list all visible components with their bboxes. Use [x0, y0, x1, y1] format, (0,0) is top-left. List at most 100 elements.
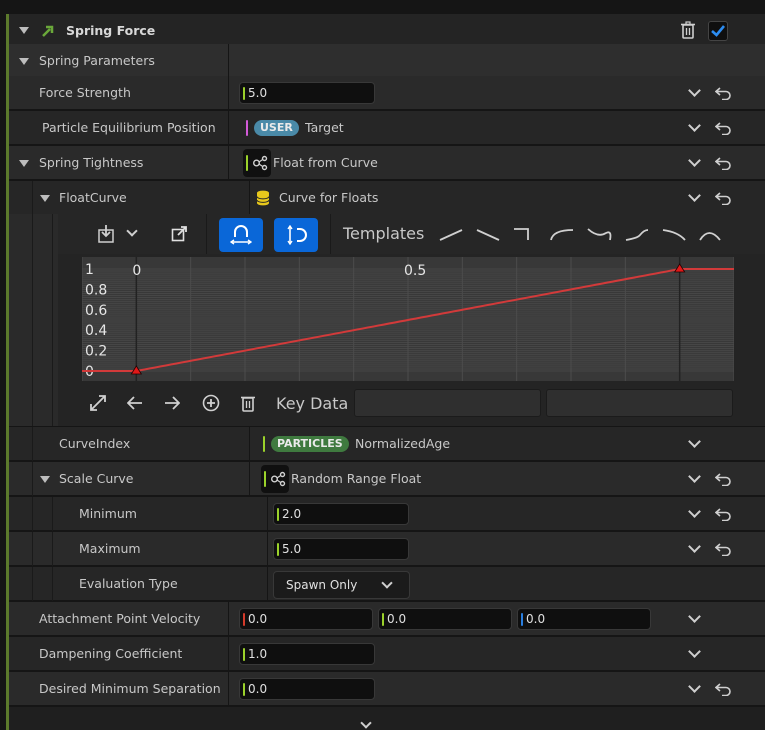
curve-bottom-toolbar: Key Data [58, 384, 765, 424]
dampening-input[interactable]: 1.0 [239, 643, 375, 665]
reset-arrow-icon[interactable] [715, 86, 731, 100]
collapse-arrow-icon[interactable] [19, 27, 29, 34]
reset-arrow-icon[interactable] [715, 507, 731, 521]
import-curve-icon[interactable] [96, 224, 118, 244]
collapse-arrow-icon[interactable] [19, 58, 29, 65]
indent-guide [32, 532, 33, 566]
post-infinity-toggle-button[interactable] [274, 218, 318, 252]
key-value-input[interactable] [546, 389, 733, 417]
chevron-down-icon[interactable] [688, 84, 701, 97]
collapse-arrow-icon[interactable] [40, 476, 50, 483]
chevron-down-icon[interactable] [688, 610, 701, 623]
module-icon [42, 25, 54, 37]
section-spring-parameters[interactable]: Spring Parameters [9, 44, 765, 78]
fit-view-icon[interactable] [90, 395, 106, 411]
pre-infinity-toggle-button[interactable] [219, 218, 263, 252]
row-spring-tightness: Spring Tightness Float from Curve [9, 146, 765, 180]
row-label: FloatCurve [59, 190, 127, 205]
chevron-down-icon[interactable] [126, 225, 138, 237]
column-divider [228, 602, 229, 636]
reset-arrow-icon[interactable] [715, 191, 731, 205]
evaluation-type-dropdown[interactable]: Spawn Only [273, 571, 410, 599]
row-maximum: Maximum 5.0 [9, 532, 765, 566]
row-value[interactable]: Curve for Floats [279, 181, 378, 215]
template-step-icon [514, 228, 529, 240]
row-value[interactable]: Float from Curve [273, 146, 378, 180]
collapse-arrow-icon[interactable] [40, 195, 50, 202]
add-key-icon[interactable] [202, 394, 220, 412]
collapse-arrow-icon[interactable] [19, 160, 29, 167]
reset-arrow-icon[interactable] [715, 121, 731, 135]
indent-guide [52, 214, 53, 426]
row-label: Force Strength [39, 85, 131, 100]
row-value[interactable]: NormalizedAge [355, 427, 450, 461]
velocity-x-input[interactable]: 0.0 [239, 608, 373, 630]
arrow-right-icon[interactable] [164, 396, 180, 410]
expand-chevron-icon[interactable] [360, 717, 372, 729]
chevron-down-icon[interactable] [688, 435, 701, 448]
curve-graph[interactable]: 1 0.8 0.6 0.4 0.2 0 0 0.5 [82, 257, 734, 381]
input-marker [243, 87, 245, 100]
minimum-input[interactable]: 2.0 [273, 503, 409, 525]
row-label: Scale Curve [59, 471, 134, 486]
indent-guide [52, 532, 53, 566]
column-divider [228, 76, 229, 110]
reset-arrow-icon[interactable] [715, 156, 731, 170]
magnet-vertical-icon [287, 225, 307, 245]
top-strip [0, 0, 765, 14]
input-value: 0.0 [248, 612, 268, 626]
x-tick-label: 0.5 [404, 263, 426, 279]
row-label: CurveIndex [59, 436, 131, 451]
curve-toolbar: Templates [58, 214, 765, 254]
input-value: 0.0 [387, 612, 407, 626]
y-axis-marker [382, 613, 384, 626]
z-axis-marker [521, 613, 523, 626]
column-divider [228, 44, 229, 78]
reset-arrow-icon[interactable] [715, 542, 731, 556]
row-value[interactable]: Target [305, 111, 344, 145]
chevron-down-icon[interactable] [688, 154, 701, 167]
module-header[interactable]: Spring Force [9, 14, 765, 48]
chevron-down-icon[interactable] [688, 505, 701, 518]
key-time-input[interactable] [354, 389, 541, 417]
delete-key-icon[interactable] [240, 394, 256, 412]
velocity-y-input[interactable]: 0.0 [378, 608, 512, 630]
column-divider [267, 497, 268, 531]
trash-icon[interactable] [680, 21, 696, 39]
chevron-down-icon[interactable] [688, 119, 701, 132]
enable-checkbox[interactable] [708, 21, 728, 41]
row-label: Spring Tightness [39, 155, 144, 170]
column-divider [249, 181, 250, 215]
indent-guide [32, 181, 33, 215]
chevron-down-icon[interactable] [688, 470, 701, 483]
column-divider [267, 532, 268, 566]
x-axis-marker [243, 613, 245, 626]
row-value[interactable]: Random Range Float [291, 462, 421, 496]
template-ease-in-icon [662, 229, 686, 241]
reset-arrow-icon[interactable] [715, 682, 731, 696]
min-separation-input[interactable]: 0.0 [239, 678, 375, 700]
input-value: 1.0 [248, 647, 268, 661]
dynamic-input-box[interactable] [243, 149, 271, 177]
toolbar-divider [330, 214, 331, 254]
input-marker [277, 543, 279, 556]
module-footer[interactable] [9, 707, 765, 730]
open-external-icon[interactable] [171, 226, 187, 242]
maximum-input[interactable]: 5.0 [273, 538, 409, 560]
section-label: Spring Parameters [39, 53, 155, 68]
dynamic-input-box[interactable] [261, 465, 289, 493]
velocity-z-input[interactable]: 0.0 [517, 608, 651, 630]
curve-editor: Templates 1 0.8 0.6 0.4 0.2 0 0 0.5 Key … [58, 214, 765, 426]
chevron-down-icon[interactable] [688, 645, 701, 658]
chevron-down-icon[interactable] [688, 540, 701, 553]
chevron-down-icon[interactable] [688, 680, 701, 693]
arrow-left-icon[interactable] [127, 396, 143, 410]
curve-templates[interactable] [438, 224, 728, 244]
force-strength-input[interactable]: 5.0 [239, 82, 375, 104]
input-marker [243, 683, 245, 696]
row-evaluation-type: Evaluation Type Spawn Only [9, 567, 765, 601]
indent-guide [32, 567, 33, 601]
reset-arrow-icon[interactable] [715, 472, 731, 486]
row-float-curve: FloatCurve Curve for Floats [9, 181, 765, 215]
chevron-down-icon[interactable] [688, 189, 701, 202]
